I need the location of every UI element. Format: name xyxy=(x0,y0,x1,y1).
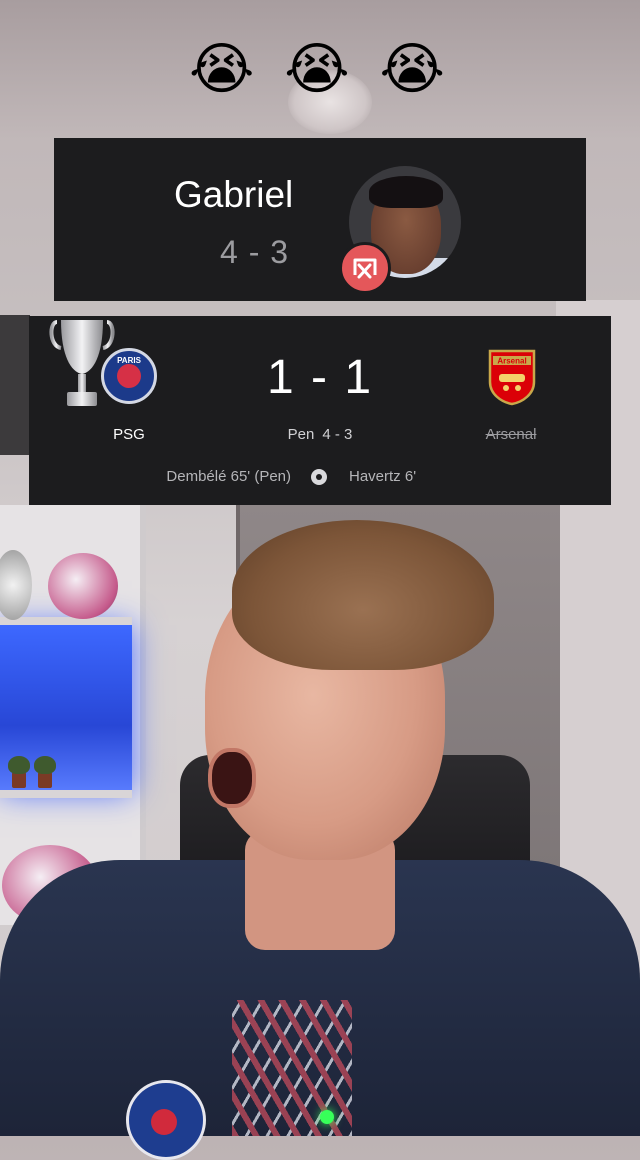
missed-penalty-glyph xyxy=(353,258,377,279)
wall-board xyxy=(0,315,30,455)
shirt-pattern xyxy=(232,1000,352,1136)
arsenal-crest-text: Arsenal xyxy=(497,357,526,366)
psg-crest-tower xyxy=(117,364,141,388)
shootout-score: 4 - 3 xyxy=(220,234,290,270)
person-mouth xyxy=(208,748,256,808)
goal-events: Dembélé 65' (Pen) Havertz 6' xyxy=(29,468,611,490)
arsenal-crest-icon: Arsenal xyxy=(488,349,536,406)
shirt-badge xyxy=(126,1080,206,1160)
penalty-score: 4 - 3 xyxy=(322,426,353,443)
player-name: Gabriel xyxy=(174,174,294,215)
football xyxy=(48,553,118,619)
crying-emoji: 😭 xyxy=(189,37,261,102)
missed-penalty-icon xyxy=(339,242,391,294)
crying-emoji-row: 😭 😭 😭 xyxy=(0,42,640,98)
penalty-label: Pen xyxy=(287,426,315,443)
plant-pot xyxy=(8,756,30,788)
match-result-card: PARIS PSG 1 - 1 Pen 4 - 3 Arsenal Arsenal… xyxy=(29,316,611,505)
shelf-board xyxy=(0,617,132,625)
mic-indicator-light xyxy=(320,1110,334,1124)
penalty-taker-card: Gabriel 4 - 3 xyxy=(54,138,586,301)
avatar-hair xyxy=(369,176,443,208)
crying-emoji: 😭 xyxy=(284,37,356,102)
away-goal-scorers: Havertz 6' xyxy=(349,468,417,485)
match-score: 1 - 1 xyxy=(266,351,374,404)
shelf-board xyxy=(0,790,132,798)
home-team-name: PSG xyxy=(113,426,145,443)
home-goal-scorers: Dembélé 65' (Pen) xyxy=(166,468,291,485)
away-team-name: Arsenal xyxy=(485,426,537,443)
crying-emoji: 😭 xyxy=(379,37,451,102)
penalty-shootout-line: Pen 4 - 3 xyxy=(220,426,420,443)
football-icon xyxy=(311,469,327,485)
plant-pot xyxy=(34,756,56,788)
psg-crest-icon: PARIS xyxy=(101,348,157,404)
